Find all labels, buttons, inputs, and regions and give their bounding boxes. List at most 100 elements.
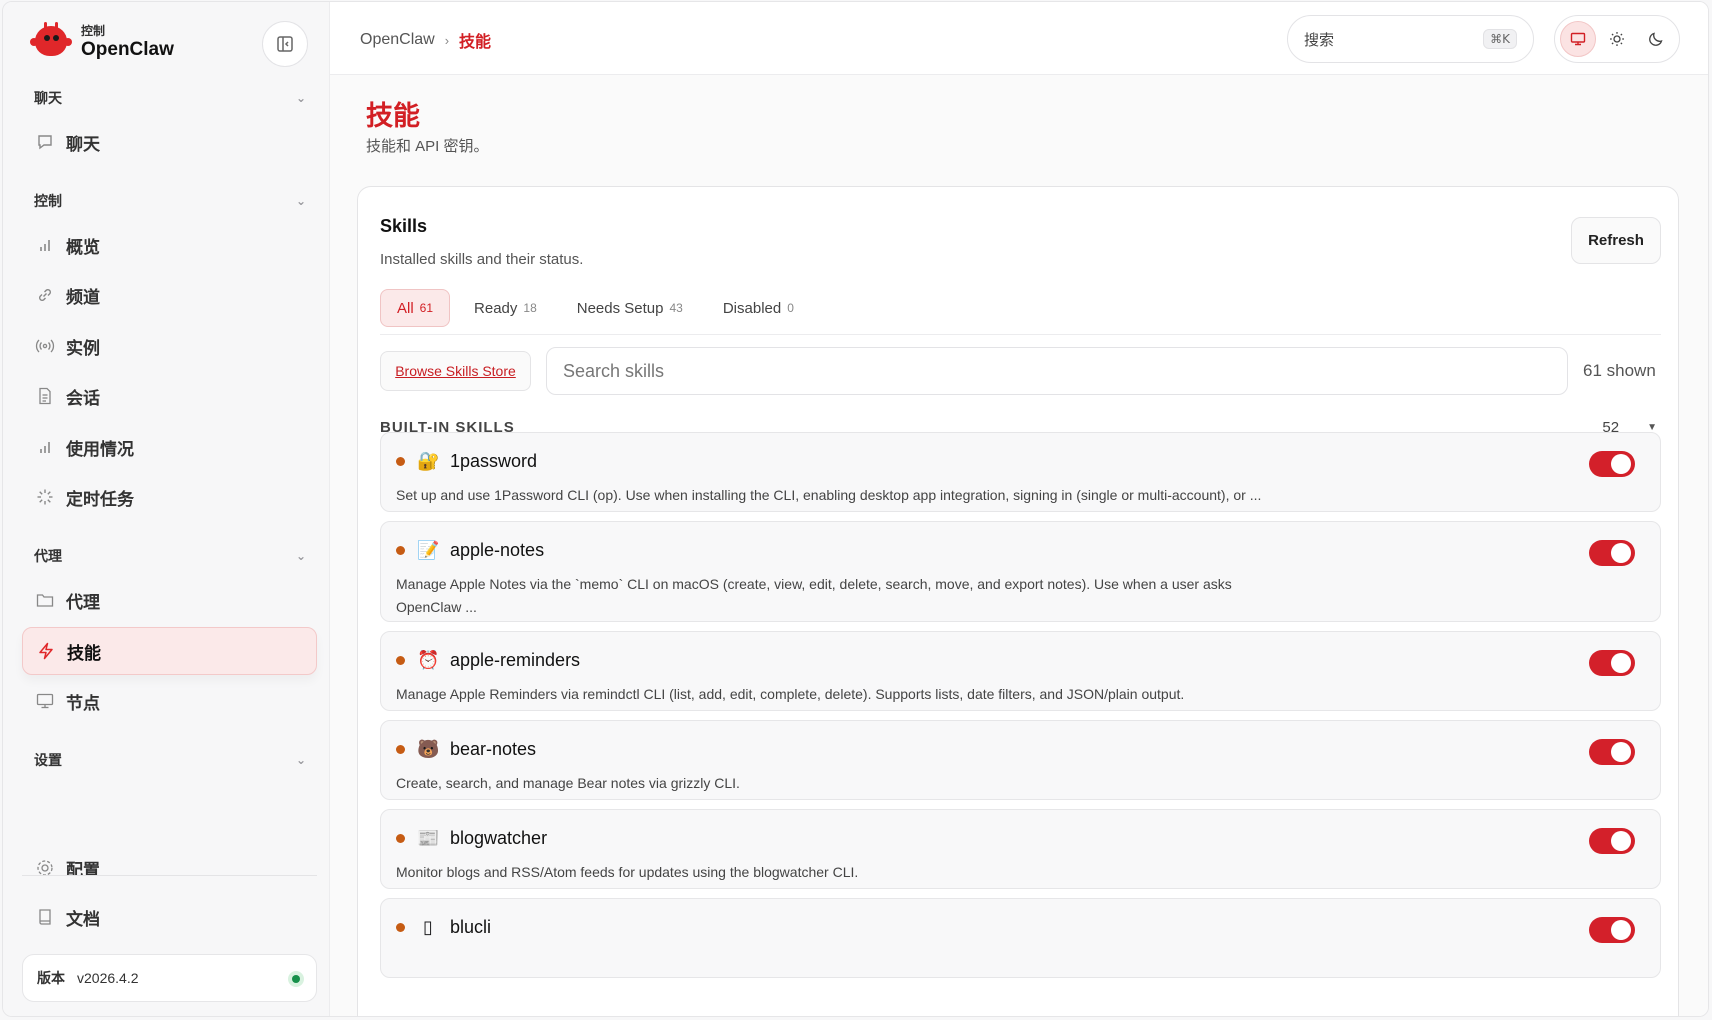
skill-row[interactable]: 📝 apple-notes Manage Apple Notes via the… bbox=[380, 521, 1661, 622]
refresh-button[interactable]: Refresh bbox=[1571, 217, 1661, 264]
section-label: 控制 bbox=[34, 193, 62, 209]
theme-dark-button[interactable] bbox=[1638, 21, 1674, 57]
skill-description: Set up and use 1Password CLI (op). Use w… bbox=[396, 487, 1262, 503]
skill-row[interactable]: ▯ blucli bbox=[380, 898, 1661, 978]
skill-name: apple-notes bbox=[450, 540, 545, 560]
sidebar-item-label: 实例 bbox=[66, 338, 100, 358]
skill-name: blucli bbox=[450, 917, 492, 937]
skill-emoji-icon: 🔐 bbox=[417, 451, 440, 472]
brand[interactable]: 控制 OpenClaw bbox=[29, 20, 174, 64]
openclaw-logo-icon bbox=[29, 20, 73, 64]
collapse-sidebar-button[interactable] bbox=[262, 21, 308, 67]
monitor-icon bbox=[1571, 32, 1586, 46]
sidebar-item-overview[interactable]: 概览 bbox=[22, 221, 317, 269]
section-label: 代理 bbox=[34, 548, 62, 564]
browse-skills-store-button[interactable]: Browse Skills Store bbox=[380, 351, 531, 391]
skills-card: Skills Installed skills and their status… bbox=[357, 186, 1679, 1016]
chat-bubble-icon bbox=[34, 131, 56, 153]
skill-emoji-icon: ⏰ bbox=[417, 650, 440, 671]
section-chat-header[interactable]: 聊天 ⌄ bbox=[34, 88, 306, 108]
sidebar-toggle-icon bbox=[277, 36, 293, 52]
page-subtitle: 技能和 API 密钥。 bbox=[366, 138, 489, 155]
status-dot bbox=[396, 834, 405, 843]
skill-emoji-icon: 🐻 bbox=[417, 739, 440, 760]
skill-name: blogwatcher bbox=[450, 828, 548, 848]
link-icon bbox=[34, 284, 56, 306]
section-settings-header[interactable]: 设置 ⌄ bbox=[34, 750, 306, 770]
sidebar-item-instances[interactable]: 实例 bbox=[22, 322, 317, 370]
skill-row[interactable]: ⏰ apple-reminders Manage Apple Reminders… bbox=[380, 631, 1661, 711]
sidebar-item-agents[interactable]: 代理 bbox=[22, 576, 317, 624]
tab-disabled[interactable]: Disabled 0 bbox=[707, 289, 810, 327]
gear-icon bbox=[34, 860, 56, 875]
spinner-icon bbox=[34, 486, 56, 508]
global-search-input[interactable]: 搜索 ⌘K bbox=[1287, 15, 1534, 63]
sun-icon bbox=[1609, 32, 1624, 46]
skill-row[interactable]: 🔐 1password Set up and use 1Password CLI… bbox=[380, 432, 1661, 512]
sidebar-item-sessions[interactable]: 会话 bbox=[22, 372, 317, 420]
section-control-header[interactable]: 控制 ⌄ bbox=[34, 191, 306, 211]
status-dot bbox=[396, 923, 405, 932]
tab-ready[interactable]: Ready 18 bbox=[458, 289, 553, 327]
book-icon bbox=[34, 906, 56, 928]
breadcrumb: OpenClaw › 技能 bbox=[360, 28, 491, 52]
skill-emoji-icon: 📰 bbox=[417, 828, 440, 849]
sidebar: 控制 OpenClaw 聊天 ⌄ 聊天 控制 ⌄ 概览 频道 实例 会话 使用情… bbox=[3, 2, 330, 1016]
tab-all[interactable]: All 61 bbox=[380, 289, 451, 327]
sidebar-item-docs[interactable]: 文档 bbox=[22, 893, 317, 941]
skill-toggle[interactable] bbox=[1589, 739, 1635, 765]
theme-light-button[interactable] bbox=[1599, 21, 1635, 57]
sidebar-item-label: 定时任务 bbox=[66, 489, 134, 509]
section-label: 聊天 bbox=[34, 90, 62, 106]
breadcrumb-separator: › bbox=[444, 32, 450, 48]
tab-label: All bbox=[397, 299, 414, 317]
tab-count: 0 bbox=[787, 301, 794, 315]
status-dot bbox=[396, 656, 405, 665]
skill-toggle[interactable] bbox=[1589, 650, 1635, 676]
bar-chart-icon bbox=[34, 436, 56, 458]
tab-count: 18 bbox=[523, 301, 537, 315]
monitor-icon bbox=[34, 690, 56, 712]
filter-tabs: All 61 Ready 18 Needs Setup 43 Disabled 0 bbox=[380, 289, 1661, 335]
section-agent-header[interactable]: 代理 ⌄ bbox=[34, 546, 306, 566]
skills-search-input[interactable] bbox=[546, 347, 1568, 395]
skill-row[interactable]: 🐻 bear-notes Create, search, and manage … bbox=[380, 720, 1661, 800]
sidebar-item-label: 技能 bbox=[67, 643, 101, 663]
skill-description: Manage Apple Notes via the `memo` CLI on… bbox=[396, 576, 1232, 615]
skill-toggle[interactable] bbox=[1589, 540, 1635, 566]
skill-emoji-icon: 📝 bbox=[417, 540, 440, 561]
skill-toggle[interactable] bbox=[1589, 917, 1635, 943]
skill-toggle[interactable] bbox=[1589, 451, 1635, 477]
skill-name: bear-notes bbox=[450, 739, 537, 759]
breadcrumb-root[interactable]: OpenClaw bbox=[360, 31, 435, 49]
sidebar-item-label: 代理 bbox=[66, 592, 100, 612]
breadcrumb-current: 技能 bbox=[459, 34, 492, 51]
skill-row[interactable]: 📰 blogwatcher Monitor blogs and RSS/Atom… bbox=[380, 809, 1661, 889]
brand-name: OpenClaw bbox=[81, 38, 174, 60]
tab-needs-setup[interactable]: Needs Setup 43 bbox=[561, 289, 699, 327]
sidebar-item-label: 使用情况 bbox=[66, 439, 134, 459]
skill-toggle[interactable] bbox=[1589, 828, 1635, 854]
folder-icon bbox=[34, 589, 56, 611]
sidebar-item-skills[interactable]: 技能 bbox=[22, 627, 317, 675]
chevron-down-icon: ⌄ bbox=[295, 91, 306, 105]
sidebar-item-channels[interactable]: 频道 bbox=[22, 271, 317, 319]
theme-system-button[interactable] bbox=[1560, 21, 1597, 57]
chevron-down-icon: ⌄ bbox=[295, 753, 306, 767]
skill-description: Manage Apple Reminders via remindctl CLI… bbox=[396, 686, 1185, 702]
sidebar-item-cron[interactable]: 定时任务 bbox=[22, 473, 317, 521]
document-icon bbox=[34, 385, 56, 407]
skill-emoji-icon: ▯ bbox=[423, 917, 433, 938]
tab-count: 43 bbox=[669, 301, 683, 315]
tab-label: Needs Setup bbox=[576, 299, 664, 317]
version-badge: 版本 v2026.4.2 bbox=[22, 954, 317, 1002]
sidebar-item-label: 聊天 bbox=[66, 134, 100, 154]
sidebar-item-usage[interactable]: 使用情况 bbox=[22, 423, 317, 471]
sidebar-item-config[interactable]: 配置 bbox=[22, 860, 317, 875]
sidebar-item-nodes[interactable]: 节点 bbox=[22, 677, 317, 725]
version-value: v2026.4.2 bbox=[77, 970, 139, 986]
shown-count: 61 shown bbox=[1583, 361, 1656, 380]
card-title: Skills bbox=[380, 216, 428, 236]
sidebar-item-label: 频道 bbox=[66, 287, 100, 307]
sidebar-item-chat[interactable]: 聊天 bbox=[22, 118, 317, 166]
